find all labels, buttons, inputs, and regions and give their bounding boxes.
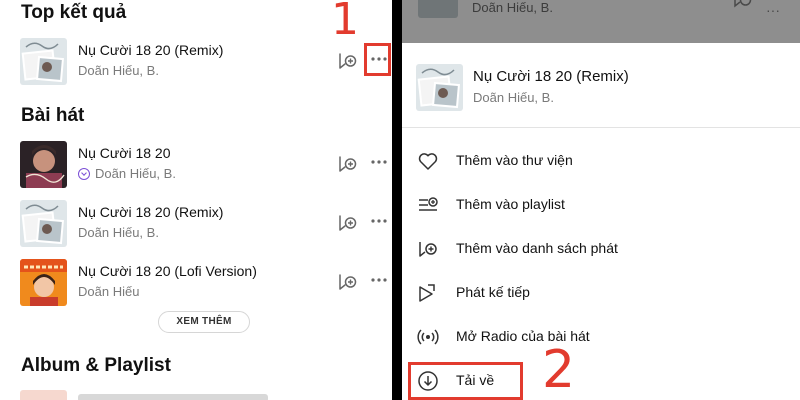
song-cover — [418, 0, 458, 18]
song-artist: Doãn Hiếu, B. — [472, 0, 553, 15]
songs-heading: Bài hát — [21, 105, 85, 126]
step-marker-2: 2 — [542, 340, 576, 400]
add-to-queue-icon — [339, 156, 357, 172]
song-cover — [416, 64, 463, 111]
search-results-panel: Top kết quả Nụ Cười 18 20 (Remix) Doãn H… — [0, 0, 392, 400]
song-cover — [20, 259, 67, 306]
menu-item-add-to-library[interactable]: Thêm vào thư viện — [402, 141, 800, 181]
step-marker-1: 1 — [331, 0, 359, 45]
add-to-queue-icon — [339, 53, 357, 69]
song-cover — [20, 200, 67, 247]
song-title: Nụ Cười 18 20 (Lofi Version) — [78, 263, 257, 279]
song-cover — [20, 38, 67, 85]
add-to-queue-icon — [339, 215, 357, 231]
add-to-queue-button[interactable] — [337, 271, 359, 293]
song-action-sheet-panel: Doãn Hiếu, B. ··· Nụ Cười 18 20 (Remix) … — [402, 0, 800, 400]
menu-item-label: Thêm vào danh sách phát — [456, 240, 618, 256]
download-highlight — [408, 362, 523, 400]
song-row[interactable]: Nụ Cười 18 20 Doãn Hiếu, B. — [0, 141, 392, 201]
more-dots-icon — [371, 160, 387, 164]
add-to-queue-icon — [339, 274, 357, 290]
divider — [402, 127, 800, 128]
song-title: Nụ Cười 18 20 (Remix) — [78, 204, 224, 220]
song-artist: Doãn Hiếu, B. — [78, 63, 159, 78]
more-dots-icon: ··· — [766, 2, 780, 18]
song-artist: Doãn Hiếu, B. — [78, 225, 159, 240]
song-row[interactable]: Nụ Cười 18 20 (Remix) Doãn Hiếu, B. — [0, 200, 392, 260]
more-button-highlight — [364, 43, 391, 76]
menu-item-label: Thêm vào thư viện — [456, 152, 573, 168]
album-cover-partial[interactable] — [20, 390, 67, 400]
song-title: Nụ Cười 18 20 — [78, 145, 171, 161]
menu-item-play-next[interactable]: Phát kế tiếp — [402, 273, 800, 313]
menu-item-label: Thêm vào playlist — [456, 196, 565, 212]
more-dots-icon — [371, 278, 387, 282]
radio-icon — [417, 329, 439, 345]
song-title: Nụ Cười 18 20 (Remix) — [78, 42, 224, 58]
add-to-queue-button[interactable] — [337, 153, 359, 175]
more-options-button[interactable] — [366, 208, 392, 234]
song-cover — [20, 141, 67, 188]
sheet-song-artist: Doãn Hiếu, B. — [473, 90, 554, 105]
menu-item-song-radio[interactable]: Mở Radio của bài hát — [402, 317, 800, 357]
add-to-queue-icon — [419, 242, 437, 257]
add-playlist-icon — [419, 197, 438, 211]
add-to-queue-button[interactable] — [337, 212, 359, 234]
album-title-partial — [78, 394, 268, 400]
sheet-song-title: Nụ Cười 18 20 (Remix) — [473, 68, 629, 85]
more-dots-icon — [371, 219, 387, 223]
top-result-row[interactable]: Nụ Cười 18 20 (Remix) Doãn Hiếu, B. — [0, 38, 392, 98]
song-artist: Doãn Hiếu, B. — [78, 166, 176, 181]
menu-item-add-to-playlist[interactable]: Thêm vào playlist — [402, 185, 800, 225]
song-artist: Doãn Hiếu — [78, 284, 140, 299]
more-options-button[interactable] — [366, 267, 392, 293]
menu-item-add-to-queue[interactable]: Thêm vào danh sách phát — [402, 229, 800, 269]
more-options-button[interactable] — [366, 149, 392, 175]
add-to-queue-button[interactable] — [337, 50, 359, 72]
song-row[interactable]: Nụ Cười 18 20 (Lofi Version) Doãn Hiếu — [0, 259, 392, 319]
see-more-button[interactable]: XEM THÊM — [158, 311, 250, 333]
top-result-heading: Top kết quả — [21, 2, 127, 23]
downloaded-icon — [78, 168, 90, 180]
menu-item-label: Phát kế tiếp — [456, 284, 530, 300]
add-to-queue-icon — [734, 0, 752, 8]
dimmed-background[interactable]: Doãn Hiếu, B. ··· — [402, 0, 800, 43]
play-next-icon — [419, 284, 435, 302]
heart-icon — [418, 153, 438, 170]
album-playlist-heading: Album & Playlist — [21, 355, 171, 376]
